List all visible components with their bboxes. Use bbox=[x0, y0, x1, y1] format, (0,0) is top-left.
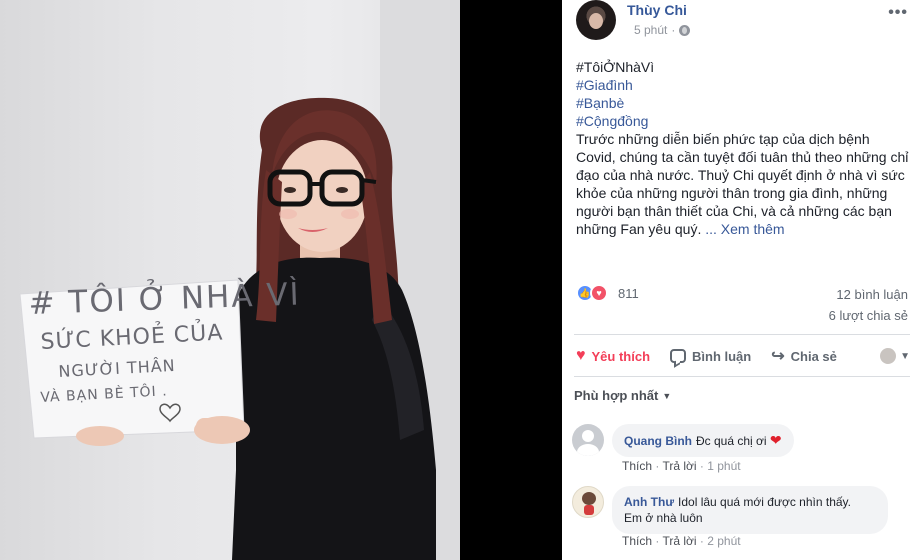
comment-button-label: Bình luận bbox=[692, 348, 752, 364]
post-photo[interactable]: # TÔI Ở NHÀ VÌ SỨC KHOẺ CỦA NGƯỜI THÂN V… bbox=[0, 0, 460, 560]
author-name[interactable]: Thùy Chi bbox=[627, 2, 687, 18]
comment-text-line-2: Em ở nhà luôn bbox=[624, 511, 703, 525]
facebook-photo-viewer: # TÔI Ở NHÀ VÌ SỨC KHOẺ CỦA NGƯỜI THÂN V… bbox=[0, 0, 922, 560]
comment-time[interactable]: 1 phút bbox=[707, 459, 740, 473]
reaction-count[interactable]: 811 bbox=[618, 286, 639, 301]
sort-caret-icon: ▼ bbox=[662, 390, 672, 401]
hashtag-1[interactable]: #TôiỞNhàVì bbox=[576, 58, 912, 76]
commenter-avatar[interactable] bbox=[572, 486, 604, 518]
comment-bubble: Quang Bình Đc quá chị ơi ❤ bbox=[612, 424, 794, 457]
love-reaction-icon: ♥ bbox=[590, 284, 608, 302]
reaction-icons[interactable]: 👍 ♥ bbox=[576, 284, 608, 302]
share-button[interactable]: ↪ Chia sẻ bbox=[769, 340, 839, 372]
author-avatar[interactable] bbox=[576, 0, 616, 40]
action-bar: ♥ Yêu thích Bình luận ↪ Chia sẻ ▼ bbox=[574, 340, 910, 372]
comment-count[interactable]: 12 bình luận bbox=[836, 287, 908, 302]
comment-text: Đc quá chị ơi bbox=[696, 434, 767, 448]
divider-top bbox=[574, 334, 910, 335]
post-text: #TôiỞNhàVì #Giađình #Bạnbè #Cộngđồng Trư… bbox=[576, 58, 912, 238]
comment-reply-link[interactable]: Trả lời bbox=[662, 459, 696, 473]
share-button-label: Chia sẻ bbox=[790, 348, 837, 364]
more-options-icon[interactable]: ••• bbox=[888, 4, 908, 22]
reaction-summary: 👍 ♥ 811 12 bình luận 6 lượt chia sẻ bbox=[576, 284, 908, 323]
hashtag-3[interactable]: #Bạnbè bbox=[576, 94, 912, 112]
commenter-avatar[interactable] bbox=[572, 424, 604, 456]
post-header: Thùy Chi 5 phút · ••• bbox=[576, 0, 922, 46]
user-mini-avatar bbox=[880, 348, 897, 364]
comment-text-line-1: Idol lâu quá mới được nhìn thấy. bbox=[678, 495, 851, 509]
see-more-link[interactable]: ... Xem thêm bbox=[705, 221, 784, 237]
viewer-backdrop bbox=[460, 0, 562, 560]
comment-sort-selector[interactable]: Phù hợp nhất ▼ bbox=[574, 388, 671, 403]
comment-like-link[interactable]: Thích bbox=[622, 534, 652, 548]
comment-actions: Thích · Trả lời · 2 phút bbox=[622, 534, 741, 548]
globe-icon[interactable] bbox=[679, 24, 691, 36]
post-body-text: Trước những diễn biến phức tạp của dịch … bbox=[576, 130, 912, 238]
commenter-name[interactable]: Quang Bình bbox=[624, 434, 692, 448]
comment-item: Anh Thư Idol lâu quá mới được nhìn thấy. … bbox=[572, 486, 902, 556]
share-count[interactable]: 6 lượt chia sẻ bbox=[829, 308, 908, 323]
meta-separator: · bbox=[671, 23, 676, 37]
comment-item: Quang Bình Đc quá chị ơi ❤ Thích · Trả lờ… bbox=[572, 424, 902, 476]
sort-label: Phù hợp nhất bbox=[574, 388, 659, 403]
love-button[interactable]: ♥ Yêu thích bbox=[574, 340, 652, 372]
post-sidebar: Thùy Chi 5 phút · ••• #TôiỞNhàVì #Giađìn… bbox=[562, 0, 922, 560]
comment-time[interactable]: 2 phút bbox=[707, 534, 740, 548]
heart-emoji-icon: ❤ bbox=[769, 432, 782, 448]
heart-icon: ♥ bbox=[576, 347, 586, 364]
comment-bubble-icon bbox=[670, 349, 687, 363]
comment-reply-link[interactable]: Trả lời bbox=[662, 534, 696, 548]
commenter-name[interactable]: Anh Thư bbox=[624, 495, 674, 509]
share-arrow-icon: ↪ bbox=[771, 348, 785, 365]
comment-actions: Thích · Trả lời · 1 phút bbox=[622, 459, 741, 473]
comment-like-link[interactable]: Thích bbox=[622, 459, 652, 473]
comment-button[interactable]: Bình luận bbox=[668, 340, 753, 372]
hashtag-2[interactable]: #Giađình bbox=[576, 76, 912, 94]
divider-bottom bbox=[574, 376, 910, 377]
comment-bubble: Anh Thư Idol lâu quá mới được nhìn thấy. … bbox=[612, 486, 888, 534]
hashtag-4[interactable]: #Cộngđồng bbox=[576, 112, 912, 130]
post-time[interactable]: 5 phút bbox=[634, 23, 667, 37]
post-meta: 5 phút · bbox=[634, 23, 691, 37]
love-button-label: Yêu thích bbox=[591, 348, 651, 364]
caret-down-icon: ▼ bbox=[900, 350, 910, 362]
react-as-selector[interactable]: ▼ bbox=[880, 348, 910, 364]
